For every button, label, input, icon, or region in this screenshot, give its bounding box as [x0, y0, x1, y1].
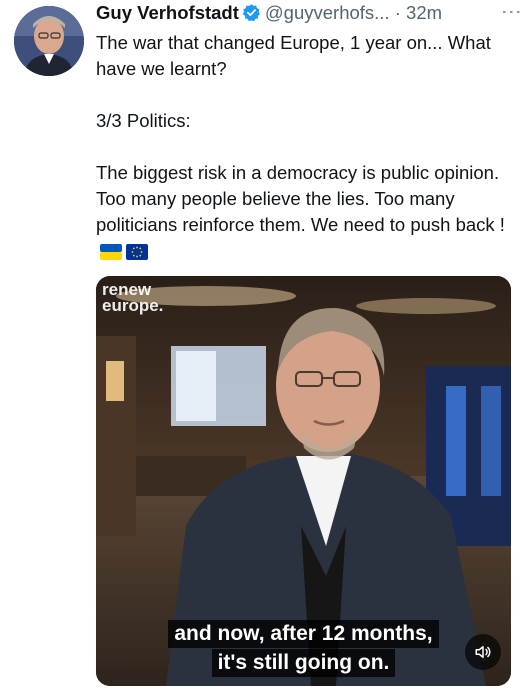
speaker-icon: [475, 646, 491, 658]
verified-badge-icon: [242, 3, 261, 27]
avatar-image: [14, 6, 84, 76]
mute-toggle-button[interactable]: [465, 634, 501, 670]
video-player[interactable]: renew europe. and now, after 12 months, …: [96, 276, 511, 686]
tweet-header: Guy Verhofstadt @guyverhofs... · 32m ⋮: [96, 2, 522, 32]
ukraine-flag-icon: [100, 241, 122, 267]
eu-flag-icon: [126, 241, 148, 267]
tweet-paragraph-text: The biggest risk in a democracy is publi…: [96, 162, 505, 235]
subtitle-line-2: it's still going on.: [211, 649, 396, 677]
avatar[interactable]: [14, 6, 84, 76]
tweet-paragraph-last: The biggest risk in a democracy is publi…: [96, 160, 506, 267]
tweet[interactable]: Guy Verhofstadt @guyverhofs... · 32m ⋮ Th…: [0, 0, 526, 697]
author-handle[interactable]: @guyverhofs...: [265, 2, 390, 23]
logo-line: europe.: [102, 296, 164, 315]
tweet-paragraph: 3/3 Politics:: [96, 110, 191, 131]
tweet-timestamp[interactable]: 32m: [406, 2, 442, 23]
renew-europe-logo: renew europe.: [102, 281, 164, 315]
tweet-text: The war that changed Europe, 1 year on..…: [96, 30, 506, 267]
tweet-paragraph: The war that changed Europe, 1 year on..…: [96, 32, 491, 79]
subtitle-line-1: and now, after 12 months,: [168, 620, 439, 648]
author-name[interactable]: Guy Verhofstadt: [96, 2, 239, 23]
more-options-icon[interactable]: ⋮: [500, 2, 522, 21]
separator-dot: ·: [394, 2, 401, 23]
video-subtitle: and now, after 12 months, it's still goi…: [96, 620, 511, 678]
